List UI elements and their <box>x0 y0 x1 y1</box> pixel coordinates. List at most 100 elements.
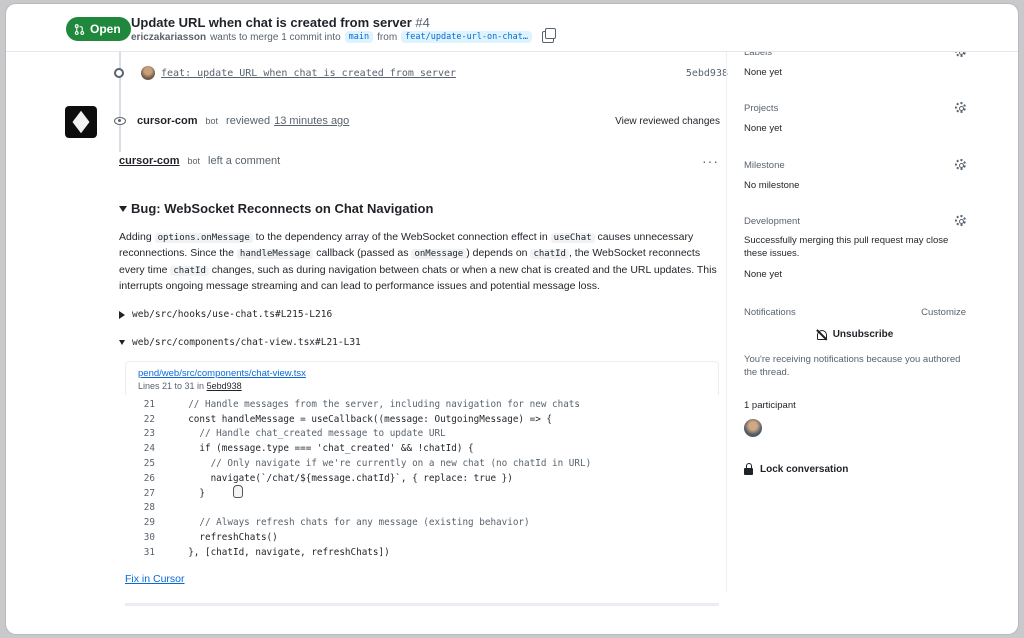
development-title: Development <box>744 216 800 227</box>
line-number: 25 <box>143 458 155 470</box>
lock-conversation-button[interactable]: Lock conversation <box>744 463 966 475</box>
line-code: // Handle messages from the server, incl… <box>177 398 580 410</box>
development-value: None yet <box>744 269 783 280</box>
base-branch[interactable]: main <box>344 31 374 43</box>
pr-subtitle: ericzakariasson wants to merge 1 commit … <box>131 28 556 43</box>
mouse-pointer-hand-icon <box>233 485 243 498</box>
bot-label: bot <box>205 116 219 126</box>
unsubscribe-label: Unsubscribe <box>832 329 894 340</box>
projects-value: None yet <box>744 123 783 134</box>
code-line: 30 refreshChats() <box>125 530 719 545</box>
code-line: 23 // Handle chat_created message to upd… <box>125 427 719 442</box>
pr-title: Update URL when chat is created from ser… <box>131 15 430 30</box>
milestone-value: No milestone <box>744 180 800 191</box>
labels-value: None yet <box>744 67 783 78</box>
commit-author-avatar[interactable] <box>141 66 155 80</box>
line-code: } <box>177 487 205 499</box>
eye-icon <box>114 117 126 125</box>
line-number: 27 <box>143 487 155 499</box>
lock-section: Lock conversation <box>744 463 966 475</box>
customize-link[interactable]: Customize <box>921 307 966 318</box>
view-reviewed-changes-button[interactable]: View reviewed changes <box>615 116 720 127</box>
milestone-title: Milestone <box>744 160 785 171</box>
line-number: 29 <box>143 517 155 529</box>
code-line: 29 // Always refresh chats for any messa… <box>125 515 719 530</box>
snippet-lines-info: Lines 21 to 31 in 5ebd938 <box>138 381 706 391</box>
kebab-menu-icon[interactable]: ··· <box>702 153 719 169</box>
lock-conversation-label: Lock conversation <box>760 464 849 475</box>
participant-avatar[interactable] <box>744 419 762 437</box>
bug-description: Adding options.onMessage to the dependen… <box>119 230 719 294</box>
head-branch[interactable]: feat/update-url-on-chat… <box>401 31 532 43</box>
caret-down-icon <box>119 205 127 212</box>
notifications-text: You're receiving notifications because y… <box>744 354 961 378</box>
copy-icon[interactable] <box>541 28 556 43</box>
commit-icon <box>114 68 124 78</box>
sidebar-divider <box>726 52 727 592</box>
browser-window: Open Update URL when chat is created fro… <box>6 4 1018 634</box>
pr-number: #4 <box>415 15 430 30</box>
file-toggle-label: web/src/components/chat-view.tsx#L21-L31 <box>132 337 361 348</box>
line-code: // Only navigate if we're currently on a… <box>177 458 592 470</box>
snippet-lines-text: Lines 21 to 31 in <box>138 381 205 391</box>
commit-sha-link[interactable]: 5ebd938 <box>686 68 728 79</box>
code-line: 31 }, [chatId, navigate, refreshChats]) <box>125 545 719 560</box>
cursor-logo-icon <box>72 110 90 134</box>
projects-section: Projects None yet <box>744 102 966 135</box>
pr-title-text: Update URL when chat is created from ser… <box>131 15 412 30</box>
line-code: refreshChats() <box>177 532 278 544</box>
caret-down-icon <box>119 340 125 345</box>
milestone-section: Milestone No milestone <box>744 159 966 192</box>
projects-gear-icon[interactable] <box>955 102 966 113</box>
participants-title: 1 participant <box>744 400 796 411</box>
development-section: Development Successfully merging this pu… <box>744 215 966 281</box>
participants-section: 1 participant <box>744 400 966 437</box>
text: ) depends on <box>466 247 528 260</box>
pr-author-link[interactable]: ericzakariasson <box>131 32 206 43</box>
inline-code: handleMessage <box>236 249 314 260</box>
line-number: 31 <box>143 546 155 558</box>
bell-slash-icon <box>816 329 827 340</box>
code-line: 22 const handleMessage = useCallback((me… <box>125 412 719 427</box>
inline-code: chatId <box>170 265 209 276</box>
development-text: Successfully merging this pull request m… <box>744 235 949 259</box>
line-code: const handleMessage = useCallback((messa… <box>177 413 553 425</box>
commit-message-link[interactable]: feat: update URL when chat is created fr… <box>161 68 456 79</box>
snippet-sha-link[interactable]: 5ebd938 <box>207 381 242 391</box>
status-label: Open <box>90 22 121 36</box>
text: to the dependency array of the WebSocket… <box>255 231 548 243</box>
review-time-link[interactable]: 13 minutes ago <box>274 115 349 127</box>
cursor-bot-avatar[interactable] <box>65 106 97 138</box>
reviewer-link[interactable]: cursor-com <box>137 115 198 127</box>
pr-sticky-header: Open Update URL when chat is created fro… <box>6 4 1018 52</box>
line-number: 22 <box>143 413 155 425</box>
snippet-header: pend/web/src/components/chat-view.tsx Li… <box>125 361 719 395</box>
pull-request-icon <box>74 23 85 35</box>
text: changes, such as during navigation betwe… <box>119 263 717 292</box>
divider <box>125 603 719 606</box>
line-number: 30 <box>143 532 155 544</box>
file-toggle-use-chat[interactable]: web/src/hooks/use-chat.ts#L215-L216 <box>119 309 332 320</box>
line-code: }, [chatId, navigate, refreshChats]) <box>177 546 390 558</box>
caret-right-icon <box>119 310 125 319</box>
code-line: 21 // Handle messages from the server, i… <box>125 397 719 412</box>
comment-body: Bug: WebSocket Reconnects on Chat Naviga… <box>119 201 719 348</box>
line-code: // Always refresh chats for any message … <box>177 517 530 529</box>
comment-author-link[interactable]: cursor-com <box>119 155 180 167</box>
comment-action: left a comment <box>208 155 281 167</box>
development-gear-icon[interactable] <box>955 215 966 226</box>
review-action: reviewed <box>226 115 271 127</box>
bug-title: Bug: WebSocket Reconnects on Chat Naviga… <box>131 201 434 216</box>
snippet-file-link[interactable]: pend/web/src/components/chat-view.tsx <box>138 368 706 379</box>
code-snippet: pend/web/src/components/chat-view.tsx Li… <box>125 361 719 569</box>
file-toggle-label: web/src/hooks/use-chat.ts#L215-L216 <box>132 309 333 320</box>
fix-in-cursor-link[interactable]: Fix in Cursor <box>125 573 185 585</box>
lock-icon <box>744 463 753 475</box>
bug-title-toggle[interactable]: Bug: WebSocket Reconnects on Chat Naviga… <box>119 201 719 216</box>
file-toggle-chat-view[interactable]: web/src/components/chat-view.tsx#L21-L31 <box>119 337 361 348</box>
code-block: 21 // Handle messages from the server, i… <box>125 397 719 560</box>
unsubscribe-button[interactable]: Unsubscribe <box>744 329 966 340</box>
line-code: if (message.type === 'chat_created' && !… <box>177 443 474 455</box>
milestone-gear-icon[interactable] <box>955 159 966 170</box>
inline-code: chatId <box>530 249 569 260</box>
